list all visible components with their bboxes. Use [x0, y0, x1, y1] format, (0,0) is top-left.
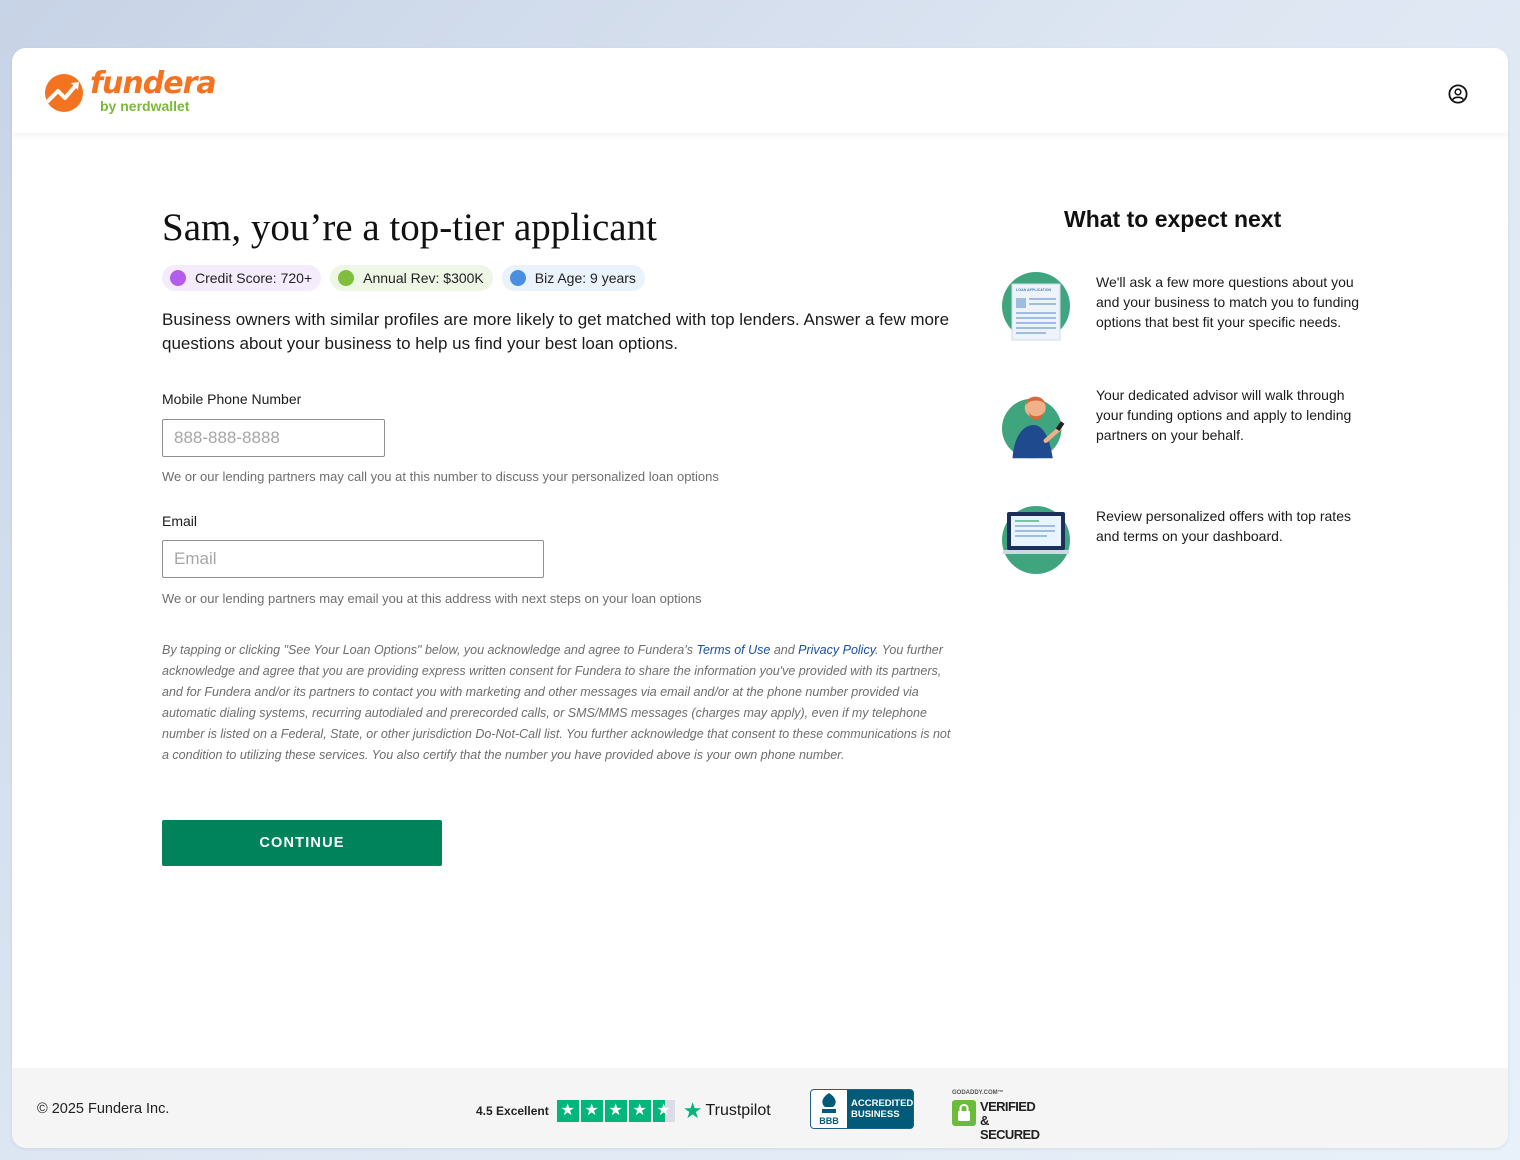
step-text: Review personalized offers with top rate… [1096, 508, 1351, 544]
sidebar-title: What to expect next [1064, 206, 1282, 232]
continue-button[interactable]: CONTINUE [162, 820, 442, 866]
legal-text-part1: By tapping or clicking "See Your Loan Op… [162, 643, 697, 657]
trustpilot-brand: Trustpilot [705, 1102, 771, 1119]
intro-description: Business owners with similar profiles ar… [162, 310, 950, 353]
email-input[interactable] [162, 540, 544, 578]
star-icon: ★ [628, 1100, 651, 1122]
loan-application-icon: LOAN APPLICATION [1002, 272, 1070, 341]
app-window: fundera by nerdwallet Sam, you’re a top-… [12, 48, 1508, 1148]
page-title: Sam, you’re a top-tier applicant [162, 206, 657, 249]
bbb-line2: BUSINESS [851, 1109, 900, 1120]
chip-business-age: Biz Age: 9 years [501, 265, 645, 291]
footer: © 2025 Fundera Inc. 4.5 Excellent ★ ★ ★ … [12, 1068, 1508, 1148]
laptop-dashboard-icon [1002, 506, 1070, 574]
chip-dot-icon [338, 270, 355, 286]
terms-of-use-link[interactable]: Terms of Use [696, 643, 770, 657]
step-text: Your dedicated advisor will walk through… [1096, 387, 1352, 443]
bbb-text: ACCREDITED BUSINESS [851, 1098, 913, 1120]
logo-tagline: by nerdwallet [100, 98, 190, 114]
phone-help-text: We or our lending partners may call you … [162, 469, 719, 484]
logo-wordmark: fundera [90, 66, 217, 101]
godaddy-text: VERIFIED & SECURED [980, 1100, 1051, 1142]
legal-consent-text: By tapping or clicking "See Your Loan Op… [162, 640, 952, 766]
bbb-logo: BBB [811, 1090, 847, 1128]
trustpilot-badge[interactable]: 4.5 Excellent ★ ★ ★ ★ ★ ★ Trustpilot [476, 1098, 771, 1124]
star-icon: ★ [556, 1100, 579, 1122]
user-circle-icon[interactable] [1448, 84, 1468, 104]
bbb-torch-icon: BBB [819, 1093, 839, 1126]
chip-dot-icon [170, 270, 186, 286]
email-help-text: We or our lending partners may email you… [162, 591, 702, 606]
privacy-policy-link[interactable]: Privacy Policy [798, 643, 875, 657]
chip-label: Credit Score: 720+ [195, 270, 313, 286]
step-text: We'll ask a few more questions about you… [1096, 274, 1360, 330]
godaddy-label: GODADDY.COM™ [952, 1090, 1004, 1096]
fundera-logo[interactable]: fundera by nerdwallet [44, 66, 224, 120]
star-icon: ★ [580, 1100, 603, 1122]
chip-label: Annual Rev: $300K [363, 270, 484, 286]
godaddy-line2: & SECURED [980, 1113, 1040, 1142]
bbb-mark-text: BBB [819, 1116, 839, 1126]
legal-and: and [770, 643, 799, 657]
trustpilot-logo: ★ Trustpilot [683, 1098, 771, 1124]
email-label: Email [162, 513, 198, 529]
advisor-icon [1002, 396, 1065, 459]
half-star-icon: ★ [652, 1100, 675, 1122]
trustpilot-star-icon: ★ [682, 1098, 703, 1123]
form-title-label: LOAN APPLICATION [1016, 288, 1052, 292]
bbb-accredited-badge[interactable]: BBB ACCREDITED BUSINESS [810, 1089, 914, 1129]
legal-text-part2: . You further acknowledge and agree that… [162, 643, 951, 762]
phone-input[interactable] [162, 419, 385, 457]
phone-label: Mobile Phone Number [162, 391, 302, 407]
top-header: fundera by nerdwallet [12, 48, 1508, 133]
copyright-text: © 2025 Fundera Inc. [37, 1101, 170, 1117]
trustpilot-score: 4.5 Excellent [476, 1104, 549, 1118]
profile-chips: Credit Score: 720+ Annual Rev: $300K Biz… [162, 265, 645, 291]
chip-credit-score: Credit Score: 720+ [162, 265, 322, 291]
godaddy-verified-badge[interactable]: GODADDY.COM™ VERIFIED & SECURED [951, 1090, 1051, 1142]
bbb-line1: ACCREDITED [851, 1098, 914, 1109]
star-icon: ★ [604, 1100, 627, 1122]
chip-label: Biz Age: 9 years [534, 270, 636, 286]
godaddy-line1: VERIFIED [980, 1099, 1036, 1114]
lock-icon [952, 1100, 976, 1126]
chip-dot-icon [509, 270, 526, 286]
logo-mark-icon [45, 74, 83, 112]
trustpilot-stars: ★ ★ ★ ★ ★ [556, 1100, 675, 1122]
chip-annual-revenue: Annual Rev: $300K [330, 265, 493, 291]
